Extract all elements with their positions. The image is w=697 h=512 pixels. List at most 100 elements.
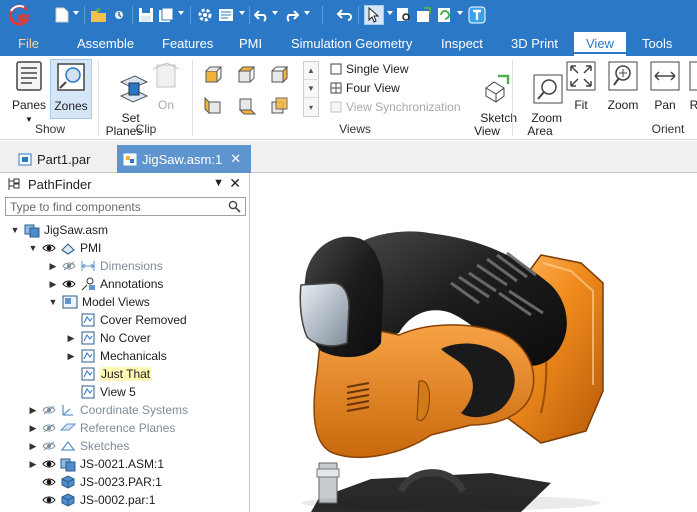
chevron-down-icon[interactable] [303,9,311,17]
zoom-area-button[interactable]: Zoom Area [518,59,563,151]
visible-eye-icon[interactable] [42,459,56,469]
tab-simulation-geometry[interactable]: Simulation Geometry [287,32,416,56]
jigsaw-model[interactable] [251,173,697,512]
tree-row[interactable]: ▶ Mechanicals [66,347,167,365]
tree-row[interactable]: ▶ Coordinate Systems [28,401,189,419]
search-icon[interactable] [228,200,241,213]
tab-assemble[interactable]: Assemble [73,32,138,56]
close-icon[interactable]: ✕ [230,151,241,167]
view-left-icon[interactable] [203,96,223,116]
tree-row[interactable]: ▶ Dimensions [48,257,163,275]
collapse-icon[interactable]: ▼ [10,225,20,235]
expand-icon[interactable]: ▶ [28,405,38,416]
expand-icon[interactable]: ▶ [48,261,58,272]
views-scroller[interactable]: ▲ ▼ ▾ [303,61,319,117]
visible-eye-icon[interactable] [42,477,56,487]
sketch-view-button[interactable]: Sketch View [467,59,517,151]
inspect-icon[interactable] [396,5,412,25]
scroll-down-icon[interactable]: ▼ [304,80,318,98]
tree-row[interactable]: Cover Removed [66,311,187,329]
tab-3d-print[interactable]: 3D Print [507,32,562,56]
close-icon[interactable]: ✕ [229,175,241,192]
collapse-icon[interactable]: ▼ [28,243,38,253]
expand-icon[interactable]: ▶ [48,279,58,290]
single-view-button[interactable]: Single View [330,60,408,78]
tab-pmi[interactable]: PMI [235,32,266,56]
doc-tab-jigsaw[interactable]: JigSaw.asm:1 ✕ [117,145,251,173]
app-logo[interactable] [6,3,32,29]
view-top-icon[interactable] [236,65,256,85]
expand-icon[interactable]: ▶ [66,351,76,362]
update-icon[interactable] [437,5,453,25]
collapse-icon[interactable]: ▼ [48,297,58,307]
tree-row[interactable]: ▶ Reference Planes [28,419,176,437]
tab-tools[interactable]: Tools [638,32,676,56]
save-as-icon[interactable] [158,5,174,25]
view-back-icon[interactable] [269,96,289,116]
settings-icon[interactable] [196,5,214,25]
tree-row[interactable]: ▶ JS-0021.ASM:1 [28,455,164,473]
expand-gallery-icon[interactable]: ▾ [304,98,318,116]
export-icon[interactable] [416,5,432,25]
tree-row[interactable]: Just That [66,365,152,383]
expand-icon[interactable]: ▶ [28,459,38,470]
expand-icon[interactable]: ▶ [66,333,76,344]
fit-button[interactable]: Fit [564,59,598,112]
rotate-button[interactable]: R [687,59,697,112]
undo-icon[interactable] [254,5,270,25]
tree-row[interactable]: JS-0023.PAR:1 [28,473,162,491]
tab-file[interactable]: File [14,32,43,56]
tree-row[interactable]: View 5 [66,383,136,401]
clip-on-button[interactable]: On [148,59,184,112]
visible-eye-icon[interactable] [42,243,56,253]
tree-row[interactable]: ▶ Annotations [48,275,164,293]
hidden-eye-icon[interactable] [42,423,56,433]
tree-row[interactable]: ▼ PMI [28,239,102,257]
tab-features[interactable]: Features [158,32,217,56]
expand-icon[interactable]: ▶ [28,441,38,452]
zones-button[interactable]: Zones [50,59,92,119]
four-view-button[interactable]: Four View [330,79,400,97]
expand-icon[interactable]: ▶ [28,423,38,434]
visible-eye-icon[interactable] [62,279,76,289]
view-right-icon[interactable] [269,65,289,85]
open-recent-icon[interactable] [112,5,126,25]
view-front-icon[interactable] [203,65,223,85]
tree-row[interactable]: JS-0002.par:1 [28,491,155,509]
component-search-input[interactable] [6,198,221,215]
doc-tab-part1[interactable]: Part1.par [12,145,96,173]
hidden-eye-icon[interactable] [62,261,76,271]
properties-icon[interactable] [218,5,236,25]
chevron-down-icon[interactable] [386,9,394,17]
graphics-viewport[interactable] [251,173,697,512]
panel-menu-icon[interactable]: ▼ [213,177,224,189]
hidden-eye-icon[interactable] [42,405,56,415]
new-document-icon[interactable] [54,5,70,25]
chevron-down-icon[interactable] [72,9,80,17]
view-bottom-icon[interactable] [236,96,256,116]
chevron-down-icon[interactable] [177,9,185,17]
panes-button[interactable]: Panes ▼ [8,59,50,126]
chevron-down-icon[interactable] [238,9,246,17]
help-icon[interactable] [468,5,486,25]
chevron-down-icon[interactable] [271,9,279,17]
visible-eye-icon[interactable] [42,495,56,505]
hidden-eye-icon[interactable] [42,441,56,451]
tab-view[interactable]: View [574,32,626,56]
select-icon[interactable] [364,5,384,25]
open-icon[interactable] [90,5,108,25]
zoom-button[interactable]: Zoom [604,59,642,112]
redo-icon[interactable] [283,5,299,25]
tree-row[interactable]: ▼ Model Views [48,293,150,311]
chevron-down-icon[interactable] [456,9,464,17]
scroll-up-icon[interactable]: ▲ [304,62,318,80]
tree-row[interactable]: ▼ JigSaw.asm [10,221,108,239]
tab-inspect[interactable]: Inspect [437,32,487,56]
pan-button[interactable]: Pan [647,59,683,112]
tree-row[interactable]: ▶ No Cover [66,329,151,347]
view-synchronization-button[interactable]: View Synchronization [330,98,461,116]
save-icon[interactable] [138,5,154,25]
back-icon[interactable] [336,5,352,25]
set-planes-button[interactable]: Set Planes [104,59,149,151]
tree-row[interactable]: ▶ Sketches [28,437,130,455]
